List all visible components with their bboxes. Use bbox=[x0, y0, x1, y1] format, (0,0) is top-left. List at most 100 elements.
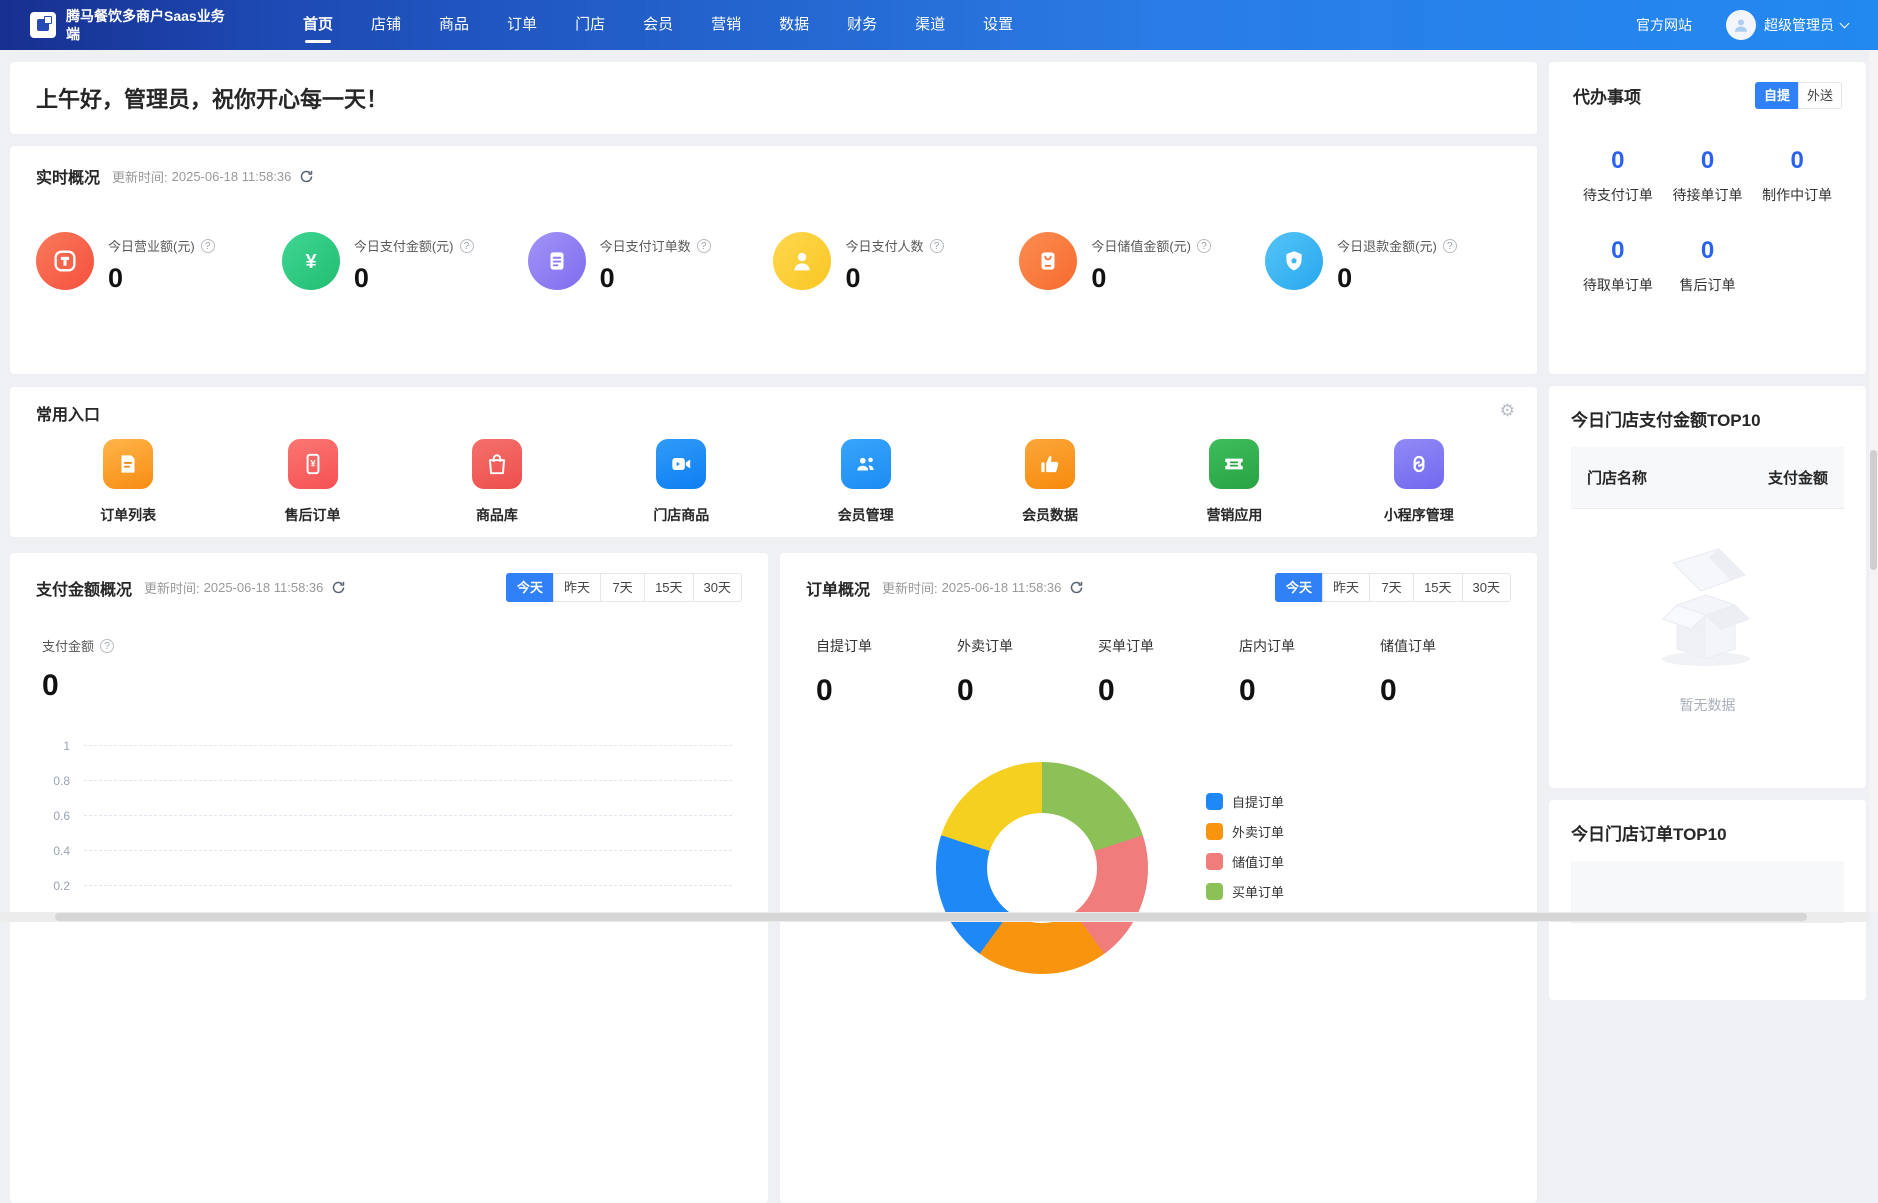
nav-item-goods[interactable]: 商品 bbox=[420, 0, 488, 50]
y-tick: 0.8 bbox=[53, 774, 70, 788]
miniprogram-icon bbox=[1394, 439, 1444, 489]
shortcut-goods-library[interactable]: 商品库 bbox=[405, 439, 589, 525]
todo-in-production[interactable]: 0 制作中订单 bbox=[1752, 147, 1842, 205]
shortcut-member-management[interactable]: 会员管理 bbox=[774, 439, 958, 525]
tab-30days[interactable]: 30天 bbox=[693, 573, 742, 602]
shortcut-label: 门店商品 bbox=[653, 505, 709, 525]
refresh-icon[interactable] bbox=[331, 580, 346, 595]
vertical-scrollbar-thumb[interactable] bbox=[1870, 450, 1877, 570]
nav-item-members[interactable]: 会员 bbox=[624, 0, 692, 50]
tab-today[interactable]: 今天 bbox=[506, 573, 554, 602]
todo-card: 代办事项 自提 外送 0 待支付订单 0 待接单订单 0 制作中订单 bbox=[1549, 62, 1866, 374]
help-icon[interactable]: ? bbox=[1197, 239, 1211, 253]
tab-today[interactable]: 今天 bbox=[1275, 573, 1323, 602]
nav-item-data[interactable]: 数据 bbox=[760, 0, 828, 50]
stat-today-revenue: 今日营业额(元)? 0 bbox=[36, 232, 282, 294]
navbar-right: 官方网站 超级管理员 bbox=[1636, 10, 1848, 40]
help-icon[interactable]: ? bbox=[930, 239, 944, 253]
shortcut-store-goods[interactable]: 门店商品 bbox=[589, 439, 773, 525]
todo-pending-payment[interactable]: 0 待支付订单 bbox=[1573, 147, 1663, 205]
shortcut-miniprogram-management[interactable]: 小程序管理 bbox=[1327, 439, 1511, 525]
stat-storedvalue-orders: 储值订单 0 bbox=[1370, 636, 1511, 708]
nav-item-finance[interactable]: 财务 bbox=[828, 0, 896, 50]
shortcut-aftersale-orders[interactable]: ¥ 售后订单 bbox=[220, 439, 404, 525]
bag-icon bbox=[1019, 232, 1077, 290]
tab-yesterday[interactable]: 昨天 bbox=[1322, 573, 1370, 602]
payment-metric-value: 0 bbox=[42, 669, 742, 703]
chart-legend: 自提订单 外卖订单 储值订单 买单订单 bbox=[1206, 792, 1284, 912]
nav-item-shop[interactable]: 店铺 bbox=[352, 0, 420, 50]
legend-pickup[interactable]: 自提订单 bbox=[1206, 792, 1284, 811]
tab-7days[interactable]: 7天 bbox=[1369, 573, 1414, 602]
realtime-stats-row: 今日营业额(元)? 0 ¥ 今日支付金额(元)? 0 bbox=[36, 232, 1511, 294]
update-time-label: 更新时间: bbox=[112, 167, 168, 186]
horizontal-scrollbar-thumb[interactable] bbox=[55, 913, 1807, 921]
nav-item-channels[interactable]: 渠道 bbox=[896, 0, 964, 50]
help-icon[interactable]: ? bbox=[201, 239, 215, 253]
toggle-delivery[interactable]: 外送 bbox=[1798, 82, 1842, 109]
stat-paybill-orders: 买单订单 0 bbox=[1088, 636, 1229, 708]
legend-storedvalue[interactable]: 储值订单 bbox=[1206, 852, 1284, 871]
main-menu: 首页 店铺 商品 订单 门店 会员 营销 数据 财务 渠道 设置 bbox=[284, 0, 1032, 50]
video-icon bbox=[656, 439, 706, 489]
shortcut-label: 售后订单 bbox=[285, 505, 341, 525]
update-time-value: 2025-06-18 11:58:36 bbox=[942, 580, 1062, 595]
update-time-label: 更新时间: bbox=[144, 578, 200, 597]
refresh-icon[interactable] bbox=[299, 169, 314, 184]
shield-icon bbox=[1265, 232, 1323, 290]
order-donut-chart: 自提订单 外卖订单 储值订单 买单订单 bbox=[806, 734, 1511, 1034]
toggle-pickup[interactable]: 自提 bbox=[1755, 82, 1799, 109]
nav-item-orders[interactable]: 订单 bbox=[488, 0, 556, 50]
tab-15days[interactable]: 15天 bbox=[1413, 573, 1462, 602]
legend-swatch bbox=[1206, 883, 1223, 900]
help-icon[interactable]: ? bbox=[1443, 239, 1457, 253]
empty-state: 暂无数据 bbox=[1571, 543, 1844, 715]
nav-item-stores[interactable]: 门店 bbox=[556, 0, 624, 50]
tab-7days[interactable]: 7天 bbox=[600, 573, 645, 602]
stat-label: 今日营业额(元) bbox=[108, 236, 195, 255]
tab-30days[interactable]: 30天 bbox=[1462, 573, 1511, 602]
shortcut-order-list[interactable]: 订单列表 bbox=[36, 439, 220, 525]
user-avatar[interactable] bbox=[1726, 10, 1756, 40]
stat-label: 外卖订单 bbox=[957, 636, 1088, 656]
stat-instore-orders: 店内订单 0 bbox=[1229, 636, 1370, 708]
nav-item-settings[interactable]: 设置 bbox=[964, 0, 1032, 50]
nav-item-marketing[interactable]: 营销 bbox=[692, 0, 760, 50]
stat-label: 储值订单 bbox=[1380, 636, 1511, 656]
shortcut-member-data[interactable]: 会员数据 bbox=[958, 439, 1142, 525]
realtime-overview-card: 实时概况 更新时间: 2025-06-18 11:58:36 bbox=[10, 146, 1537, 374]
official-website-link[interactable]: 官方网站 bbox=[1636, 15, 1692, 35]
stat-label: 今日储值金额(元) bbox=[1091, 236, 1191, 255]
stat-value: 0 bbox=[816, 674, 947, 708]
person-icon bbox=[773, 232, 831, 290]
yen-icon: ¥ bbox=[282, 232, 340, 290]
todo-aftersale[interactable]: 0 售后订单 bbox=[1663, 237, 1753, 295]
legend-delivery[interactable]: 外卖订单 bbox=[1206, 822, 1284, 841]
top10-payment-title: 今日门店支付金额TOP10 bbox=[1571, 406, 1844, 431]
shortcut-label: 订单列表 bbox=[100, 505, 156, 525]
vertical-scrollbar[interactable] bbox=[1869, 50, 1878, 912]
help-icon[interactable]: ? bbox=[697, 239, 711, 253]
app-logo bbox=[30, 12, 56, 38]
order-range-tabs: 今天 昨天 7天 15天 30天 bbox=[1275, 573, 1511, 602]
table-header: 门店名称 支付金额 bbox=[1571, 447, 1844, 509]
tab-yesterday[interactable]: 昨天 bbox=[553, 573, 601, 602]
order-list-icon bbox=[528, 232, 586, 290]
horizontal-scrollbar[interactable] bbox=[0, 912, 1869, 922]
logo-icon bbox=[37, 19, 49, 31]
todo-pending-accept[interactable]: 0 待接单订单 bbox=[1663, 147, 1753, 205]
legend-paybill[interactable]: 买单订单 bbox=[1206, 882, 1284, 901]
stat-value: 0 bbox=[1098, 674, 1229, 708]
gear-icon[interactable]: ⚙ bbox=[1500, 401, 1515, 421]
help-icon[interactable]: ? bbox=[100, 639, 114, 653]
nav-item-home[interactable]: 首页 bbox=[284, 0, 352, 50]
user-menu[interactable]: 超级管理员 bbox=[1764, 15, 1848, 35]
shortcut-marketing-apps[interactable]: 营销应用 bbox=[1142, 439, 1326, 525]
help-icon[interactable]: ? bbox=[460, 239, 474, 253]
top10-orders-title: 今日门店订单TOP10 bbox=[1571, 820, 1844, 845]
stat-label: 今日退款金额(元) bbox=[1337, 236, 1437, 255]
refresh-icon[interactable] bbox=[1069, 580, 1084, 595]
greeting-card: 上午好，管理员，祝你开心每一天！ bbox=[10, 62, 1537, 134]
todo-pending-pickup[interactable]: 0 待取单订单 bbox=[1573, 237, 1663, 295]
tab-15days[interactable]: 15天 bbox=[644, 573, 693, 602]
